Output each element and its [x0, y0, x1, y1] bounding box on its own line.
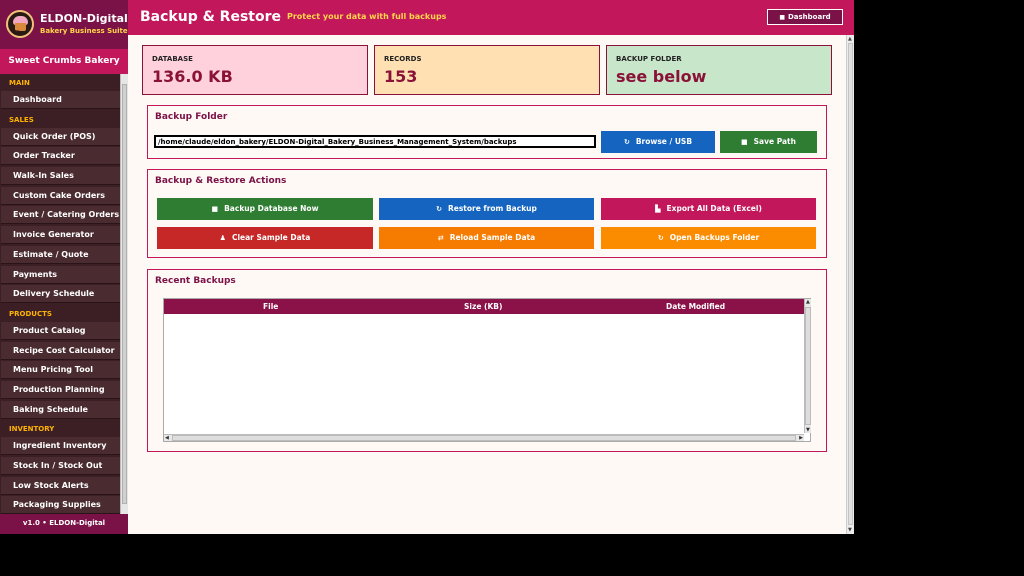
sidebar-scrollbar[interactable]	[120, 74, 128, 514]
clear-sample-label: Clear Sample Data	[231, 233, 311, 242]
table-vertical-scrollbar[interactable]: ▲ ▼	[804, 299, 811, 433]
sidebar-nav: MAIN Dashboard SALES Quick Order (POS) Order…	[0, 74, 120, 514]
main-scrollbar[interactable]: ▲ ▼	[846, 35, 854, 534]
nav-section-sales: SALES	[9, 115, 34, 124]
save-path-button[interactable]: ■ Save Path	[720, 131, 817, 153]
logo-caption: ED	[15, 29, 20, 33]
sidebar-item-low-stock-alerts[interactable]: Low Stock Alerts	[1, 476, 120, 495]
dashboard-button-label: Dashboard	[787, 13, 831, 21]
sidebar-item-dashboard[interactable]: Dashboard	[1, 91, 120, 109]
table-header: File Size (KB) Date Modified	[164, 299, 804, 314]
sidebar-item-production-planning[interactable]: Production Planning	[1, 380, 120, 399]
column-header-file[interactable]: File	[263, 302, 278, 311]
nav-section-products: PRODUCTS	[9, 309, 52, 318]
stat-card-backup-folder: BACKUP FOLDER see below	[606, 45, 832, 95]
folder-icon: ↻	[657, 234, 664, 242]
sidebar-item-event-catering-orders[interactable]: Event / Catering Orders	[1, 206, 120, 225]
page-header: Backup & Restore Protect your data with …	[128, 0, 854, 35]
open-folder-label: Open Backups Folder	[669, 233, 760, 242]
sidebar-item-product-catalog[interactable]: Product Catalog	[1, 321, 120, 340]
sidebar: ED ELDON-Digital Bakery Business Suite S…	[0, 0, 128, 534]
brand-name: ELDON-Digital	[40, 12, 128, 25]
backup-now-label: Backup Database Now	[224, 204, 319, 213]
recent-backups-title: Recent Backups	[155, 276, 236, 286]
sidebar-item-quick-order-pos[interactable]: Quick Order (POS)	[1, 127, 120, 146]
nav-section-main: MAIN	[9, 79, 30, 87]
brand-header: ED ELDON-Digital Bakery Business Suite	[0, 0, 128, 49]
dashboard-button[interactable]: ■ Dashboard	[767, 9, 843, 25]
sidebar-item-payments[interactable]: Payments	[1, 265, 120, 284]
sidebar-item-ingredient-inventory[interactable]: Ingredient Inventory	[1, 437, 120, 456]
sidebar-item-stock-in-stock-out[interactable]: Stock In / Stock Out	[1, 457, 120, 475]
brand-subtitle: Bakery Business Suite	[40, 27, 128, 35]
page-subtitle: Protect your data with full backups	[287, 12, 447, 21]
bakery-name: Sweet Crumbs Bakery	[0, 49, 128, 74]
stat-label: RECORDS	[384, 55, 422, 63]
refresh-icon: ↻	[623, 138, 630, 146]
reload-icon: ⇄	[437, 234, 444, 242]
app-window: ED ELDON-Digital Bakery Business Suite S…	[0, 0, 854, 534]
sidebar-item-order-tracker[interactable]: Order Tracker	[1, 147, 120, 166]
column-header-date[interactable]: Date Modified	[666, 302, 725, 311]
actions-title: Backup & Restore Actions	[155, 176, 287, 186]
sidebar-item-estimate-quote[interactable]: Estimate / Quote	[1, 245, 120, 264]
export-label: Export All Data (Excel)	[666, 204, 762, 213]
sidebar-item-walk-in-sales[interactable]: Walk-In Sales	[1, 167, 120, 186]
stat-label: DATABASE	[152, 55, 193, 63]
floppy-icon: ■	[741, 138, 748, 146]
sidebar-item-menu-pricing-tool[interactable]: Menu Pricing Tool	[1, 361, 120, 380]
reload-sample-button[interactable]: ⇄ Reload Sample Data	[379, 227, 594, 249]
backup-now-button[interactable]: ■ Backup Database Now	[157, 198, 373, 220]
browse-usb-button[interactable]: ↻ Browse / USB	[601, 131, 715, 153]
cupcake-icon: ED	[6, 10, 34, 38]
export-button[interactable]: ▙ Export All Data (Excel)	[601, 198, 816, 220]
backup-path-input[interactable]	[154, 135, 596, 148]
table-horizontal-scrollbar[interactable]: ◀ ▶	[164, 434, 804, 441]
stat-card-database: DATABASE 136.0 KB	[142, 45, 368, 95]
save-path-label: Save Path	[753, 137, 796, 146]
restore-label: Restore from Backup	[447, 204, 537, 213]
restore-icon: ↻	[436, 205, 442, 213]
stat-value: see below	[616, 67, 707, 86]
sidebar-footer: v1.0 • ELDON-Digital	[0, 514, 128, 534]
sidebar-item-invoice-generator[interactable]: Invoice Generator	[1, 226, 120, 245]
chart-icon: ▙	[655, 205, 661, 213]
sidebar-item-recipe-cost-calculator[interactable]: Recipe Cost Calculator	[1, 341, 120, 360]
stat-value: 153	[384, 67, 418, 86]
browse-usb-label: Browse / USB	[635, 137, 693, 146]
clear-sample-button[interactable]: ♟ Clear Sample Data	[157, 227, 373, 249]
sidebar-item-packaging-supplies[interactable]: Packaging Supplies	[1, 496, 120, 514]
table-body	[164, 314, 804, 433]
backup-folder-title: Backup Folder	[155, 112, 228, 122]
recent-backups-table[interactable]: File Size (KB) Date Modified ▲ ▼ ◀ ▶	[163, 298, 811, 442]
reload-sample-label: Reload Sample Data	[449, 233, 536, 242]
broom-icon: ♟	[219, 234, 226, 242]
sidebar-item-baking-schedule[interactable]: Baking Schedule	[1, 400, 120, 419]
sidebar-item-delivery-schedule[interactable]: Delivery Schedule	[1, 285, 120, 304]
open-folder-button[interactable]: ↻ Open Backups Folder	[601, 227, 816, 249]
stat-label: BACKUP FOLDER	[616, 55, 682, 63]
stat-value: 136.0 KB	[152, 67, 233, 86]
nav-section-inventory: INVENTORY	[9, 425, 55, 434]
floppy-icon: ■	[211, 205, 219, 213]
home-icon: ■	[779, 14, 785, 21]
page-title: Backup & Restore	[140, 9, 281, 25]
stat-card-records: RECORDS 153	[374, 45, 600, 95]
restore-button[interactable]: ↻ Restore from Backup	[379, 198, 594, 220]
column-header-size[interactable]: Size (KB)	[464, 302, 502, 311]
sidebar-item-custom-cake-orders[interactable]: Custom Cake Orders	[1, 186, 120, 205]
